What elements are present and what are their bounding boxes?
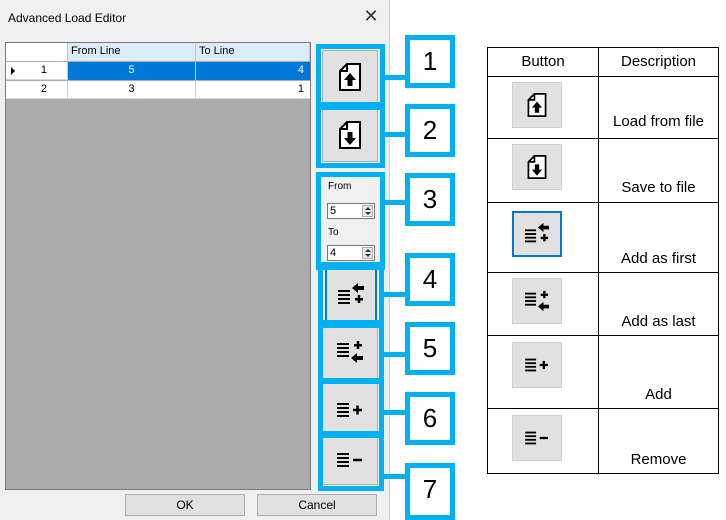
- remove-icon: [525, 431, 548, 445]
- connector-5: [384, 352, 406, 357]
- callout-6: 6: [405, 392, 455, 445]
- row-index: 2: [6, 81, 68, 99]
- connector-6: [384, 410, 406, 415]
- description-remove: Remove: [630, 451, 687, 468]
- column-from-line[interactable]: From Line: [68, 43, 196, 61]
- callout-7: 7: [405, 463, 455, 520]
- reference-row: Load from file: [488, 77, 718, 139]
- callout-frame-1: [316, 44, 385, 110]
- to-line-cell[interactable]: 4: [196, 62, 310, 80]
- column-to-line[interactable]: To Line: [196, 43, 310, 61]
- connector-1: [384, 75, 406, 80]
- description-add: Add: [645, 386, 672, 403]
- description-add-as-first: Add as first: [620, 250, 697, 267]
- reference-row: Add as first: [488, 203, 718, 273]
- description-load-from-file: Load from file: [613, 113, 704, 130]
- callout-frame-4: [318, 262, 384, 328]
- description-add-as-last: Add as last: [621, 313, 696, 330]
- reference-row: Remove: [488, 409, 718, 473]
- grid-header: From Line To Line: [6, 43, 310, 61]
- dialog-title: Advanced Load Editor: [8, 11, 127, 25]
- header-button: Button: [488, 48, 599, 76]
- callout-4: 4: [405, 253, 455, 306]
- add-as-last-icon: [525, 290, 549, 312]
- reference-row: Save to file: [488, 139, 718, 203]
- callout-frame-3: [316, 172, 385, 270]
- close-icon[interactable]: ✕: [362, 7, 380, 25]
- header-description: Description: [620, 53, 697, 70]
- table-row[interactable]: 1 5 4: [6, 62, 310, 80]
- callout-frame-2: [316, 102, 385, 168]
- row-index: 1: [6, 62, 68, 80]
- reference-row: Add: [488, 336, 718, 409]
- description-save-to-file: Save to file: [621, 179, 696, 196]
- callout-frame-6: [318, 378, 384, 438]
- add-icon: [525, 358, 548, 372]
- ok-button[interactable]: OK: [125, 494, 245, 516]
- button-reference-table: Button Description Load from file Save t…: [487, 47, 719, 474]
- connector-4: [384, 292, 406, 297]
- from-line-cell[interactable]: 3: [68, 81, 196, 99]
- to-line-cell[interactable]: 1: [196, 81, 310, 99]
- connector-2: [384, 132, 406, 137]
- grid-header-corner: [6, 43, 68, 61]
- callout-3: 3: [405, 173, 455, 226]
- callout-frame-5: [318, 320, 384, 384]
- table-row[interactable]: 2 3 1: [6, 81, 310, 99]
- from-line-cell[interactable]: 5: [68, 62, 196, 80]
- add-as-first-icon: [525, 222, 549, 243]
- callout-2: 2: [405, 104, 455, 157]
- connector-3: [384, 200, 406, 205]
- load-grid: From Line To Line 1 5 4 2 3 1: [5, 42, 311, 490]
- save-to-file-icon: [527, 155, 547, 179]
- callout-frame-7: [318, 431, 384, 491]
- reference-row: Add as last: [488, 273, 718, 336]
- callout-1: 1: [405, 35, 455, 88]
- cancel-button[interactable]: Cancel: [257, 494, 377, 516]
- callout-5: 5: [405, 322, 455, 375]
- load-from-file-icon: [527, 93, 547, 117]
- connector-7: [384, 474, 406, 479]
- reference-table-header: Button Description: [488, 48, 718, 77]
